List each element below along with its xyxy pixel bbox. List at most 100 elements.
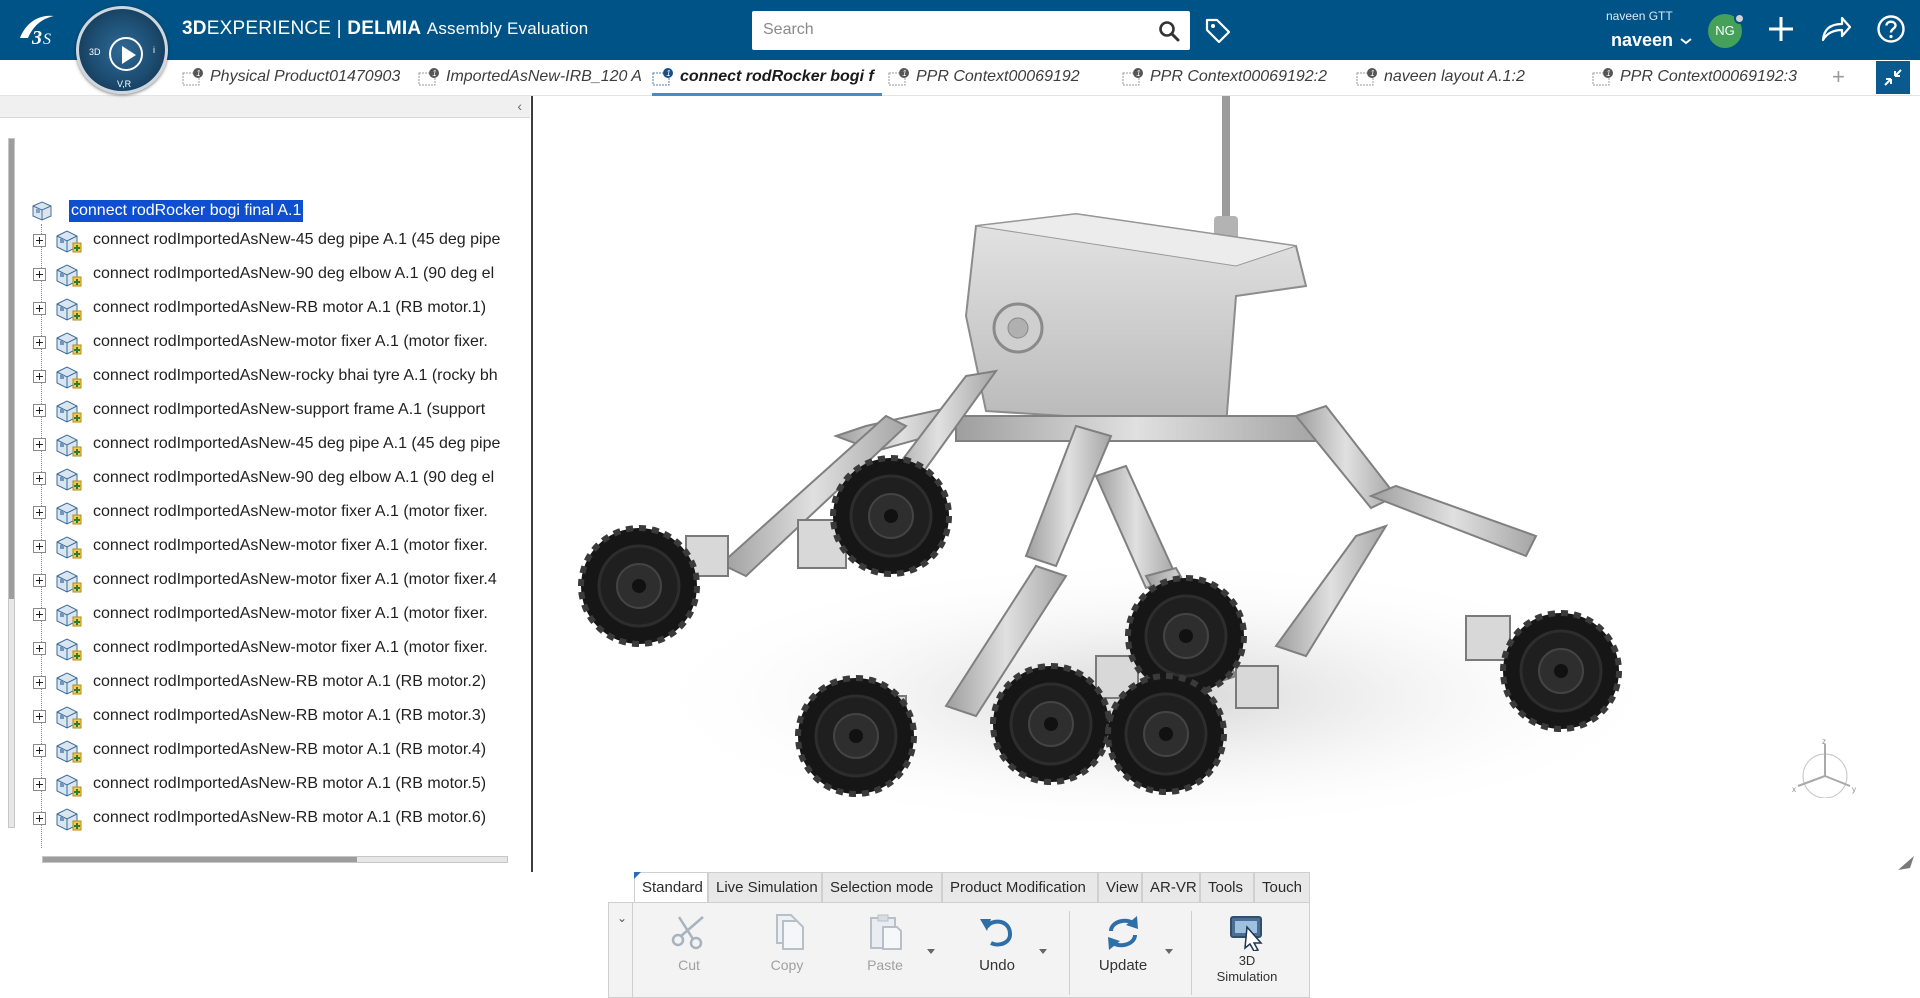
tree-node[interactable]: connect rodImportedAsNew-45 deg pipe A.1…	[28, 224, 528, 258]
expand-icon[interactable]	[33, 778, 46, 791]
tree-node[interactable]: connect rodImportedAsNew-RB motor A.1 (R…	[28, 292, 528, 326]
paste-dropdown-icon[interactable]	[927, 949, 935, 954]
expand-icon[interactable]	[33, 540, 46, 553]
add-tab-button[interactable]: +	[1832, 64, 1845, 90]
tab-view[interactable]: View	[1098, 872, 1142, 902]
expand-icon[interactable]	[33, 710, 46, 723]
cut-button[interactable]: Cut	[645, 913, 733, 997]
tab-imported-irb[interactable]: 1 ImportedAsNew-IRB_120 A	[418, 60, 646, 96]
tab-touch[interactable]: Touch	[1254, 872, 1310, 902]
tab-connect-rod[interactable]: 1 connect rodRocker bogi f	[652, 60, 882, 96]
tab-ar-vr[interactable]: AR-VR	[1142, 872, 1200, 902]
3d-simulation-button[interactable]: 3D Simulation	[1203, 913, 1291, 997]
3d-viewport[interactable]	[536, 96, 1920, 872]
expand-icon[interactable]	[33, 608, 46, 621]
tree-node[interactable]: connect rodImportedAsNew-motor fixer A.1…	[28, 598, 528, 632]
expand-icon[interactable]	[33, 302, 46, 315]
plus-icon[interactable]	[1766, 14, 1796, 44]
tag-icon[interactable]	[1204, 16, 1232, 44]
part-instance-icon	[54, 738, 82, 769]
copy-button[interactable]: Copy	[743, 913, 831, 997]
tree-node[interactable]: connect rodImportedAsNew-RB motor A.1 (R…	[28, 802, 528, 836]
expand-icon[interactable]	[33, 676, 46, 689]
tab-naveen-layout[interactable]: 1 naveen layout A.1:2	[1356, 60, 1556, 96]
expand-icon[interactable]	[33, 268, 46, 281]
expand-icon[interactable]	[33, 574, 46, 587]
search-input[interactable]: Search	[752, 11, 1190, 50]
tree-node[interactable]: connect rodImportedAsNew-motor fixer A.1…	[28, 326, 528, 360]
tree-node-label: connect rodImportedAsNew-45 deg pipe A.1…	[93, 231, 501, 248]
tree-root-label: connect rodRocker bogi final A.1	[69, 200, 304, 222]
svg-text:1: 1	[196, 69, 200, 78]
panel-divider[interactable]	[531, 96, 533, 872]
compass-icon[interactable]: 3D i V,R	[76, 6, 168, 94]
tree-node-label: connect rodImportedAsNew-RB motor A.1 (R…	[93, 299, 487, 316]
expand-icon[interactable]	[33, 336, 46, 349]
help-icon[interactable]	[1876, 14, 1906, 44]
tree-node[interactable]: connect rodImportedAsNew-motor fixer A.1…	[28, 496, 528, 530]
toolbar-separator	[1191, 911, 1192, 995]
tab-ppr-context-2[interactable]: 1 PPR Context00069192:2	[1122, 60, 1340, 96]
tab-live-simulation[interactable]: Live Simulation	[708, 872, 822, 902]
tree-node[interactable]: connect rodImportedAsNew-RB motor A.1 (R…	[28, 700, 528, 734]
svg-text:3: 3	[31, 27, 42, 49]
expand-icon[interactable]	[33, 506, 46, 519]
scrollbar-thumb[interactable]	[43, 857, 357, 862]
collapse-button[interactable]	[1876, 61, 1910, 94]
tab-tools[interactable]: Tools	[1200, 872, 1254, 902]
collapse-panel-icon[interactable]: ‹	[517, 98, 522, 114]
tab-ppr-context-1[interactable]: 1 PPR Context00069192	[888, 60, 1088, 96]
tree-node[interactable]: connect rodImportedAsNew-90 deg elbow A.…	[28, 462, 528, 496]
tree-node[interactable]: connect rodImportedAsNew-RB motor A.1 (R…	[28, 768, 528, 802]
tree-node[interactable]: connect rodImportedAsNew-motor fixer A.1…	[28, 530, 528, 564]
expand-icon[interactable]	[33, 438, 46, 451]
search-icon[interactable]	[1158, 20, 1180, 42]
tab-selection-mode[interactable]: Selection mode	[822, 872, 942, 902]
notification-dot	[1734, 13, 1745, 24]
tree-node-label: connect rodImportedAsNew-90 deg elbow A.…	[93, 469, 495, 486]
product-tab-icon: 1	[1592, 68, 1613, 86]
tree-horizontal-scrollbar[interactable]	[42, 856, 508, 863]
scrollbar-thumb[interactable]	[9, 139, 14, 599]
user-menu[interactable]: naveen	[1611, 30, 1692, 51]
tab-physical-product[interactable]: 1 Physical Product01470903	[182, 60, 400, 96]
tab-standard[interactable]: Standard	[634, 872, 708, 902]
ds-logo-icon[interactable]: 3 S	[14, 8, 64, 52]
tree-node[interactable]: connect rodImportedAsNew-rocky bhai tyre…	[28, 360, 528, 394]
svg-text:S: S	[43, 31, 51, 48]
expand-icon[interactable]	[33, 370, 46, 383]
undo-button[interactable]: Undo	[953, 913, 1047, 997]
compass-label-i: i	[153, 45, 155, 55]
part-instance-icon	[54, 534, 82, 565]
tree-node[interactable]: connect rodImportedAsNew-90 deg elbow A.…	[28, 258, 528, 292]
chevron-down-icon[interactable]: ⌄	[617, 911, 627, 925]
expand-icon[interactable]	[33, 744, 46, 757]
update-dropdown-icon[interactable]	[1165, 949, 1173, 954]
axis-compass-icon[interactable]: z x y	[1790, 738, 1860, 798]
tree-node[interactable]: connect rodImportedAsNew-RB motor A.1 (R…	[28, 666, 528, 700]
undo-dropdown-icon[interactable]	[1039, 949, 1047, 954]
copy-label: Copy	[770, 957, 804, 973]
expand-icon[interactable]	[33, 234, 46, 247]
expand-icon[interactable]	[33, 472, 46, 485]
play-icon[interactable]	[109, 37, 143, 71]
expand-icon[interactable]	[33, 812, 46, 825]
tree-node[interactable]: connect rodImportedAsNew-45 deg pipe A.1…	[28, 428, 528, 462]
tree-node[interactable]: connect rodImportedAsNew-motor fixer A.1…	[28, 632, 528, 666]
rover-model-render[interactable]	[536, 96, 1920, 872]
tree-vertical-scrollbar[interactable]	[8, 138, 15, 828]
tab-product-modification[interactable]: Product Modification	[942, 872, 1098, 902]
brand-prefix: 3D	[182, 18, 207, 39]
update-button[interactable]: Update	[1079, 913, 1173, 997]
expand-icon[interactable]	[33, 404, 46, 417]
expand-icon[interactable]	[33, 642, 46, 655]
tree-node[interactable]: connect rodImportedAsNew-support frame A…	[28, 394, 528, 428]
tree-node-label: connect rodImportedAsNew-rocky bhai tyre…	[93, 367, 498, 384]
share-icon[interactable]	[1820, 14, 1852, 44]
tree-node[interactable]: connect rodImportedAsNew-RB motor A.1 (R…	[28, 734, 528, 768]
paste-button[interactable]: Paste	[841, 913, 935, 997]
tab-ppr-context-3[interactable]: 1 PPR Context00069192:3	[1592, 60, 1812, 96]
part-instance-icon	[54, 670, 82, 701]
tree-node[interactable]: connect rodImportedAsNew-motor fixer A.1…	[28, 564, 528, 598]
avatar[interactable]: NG	[1708, 13, 1745, 48]
